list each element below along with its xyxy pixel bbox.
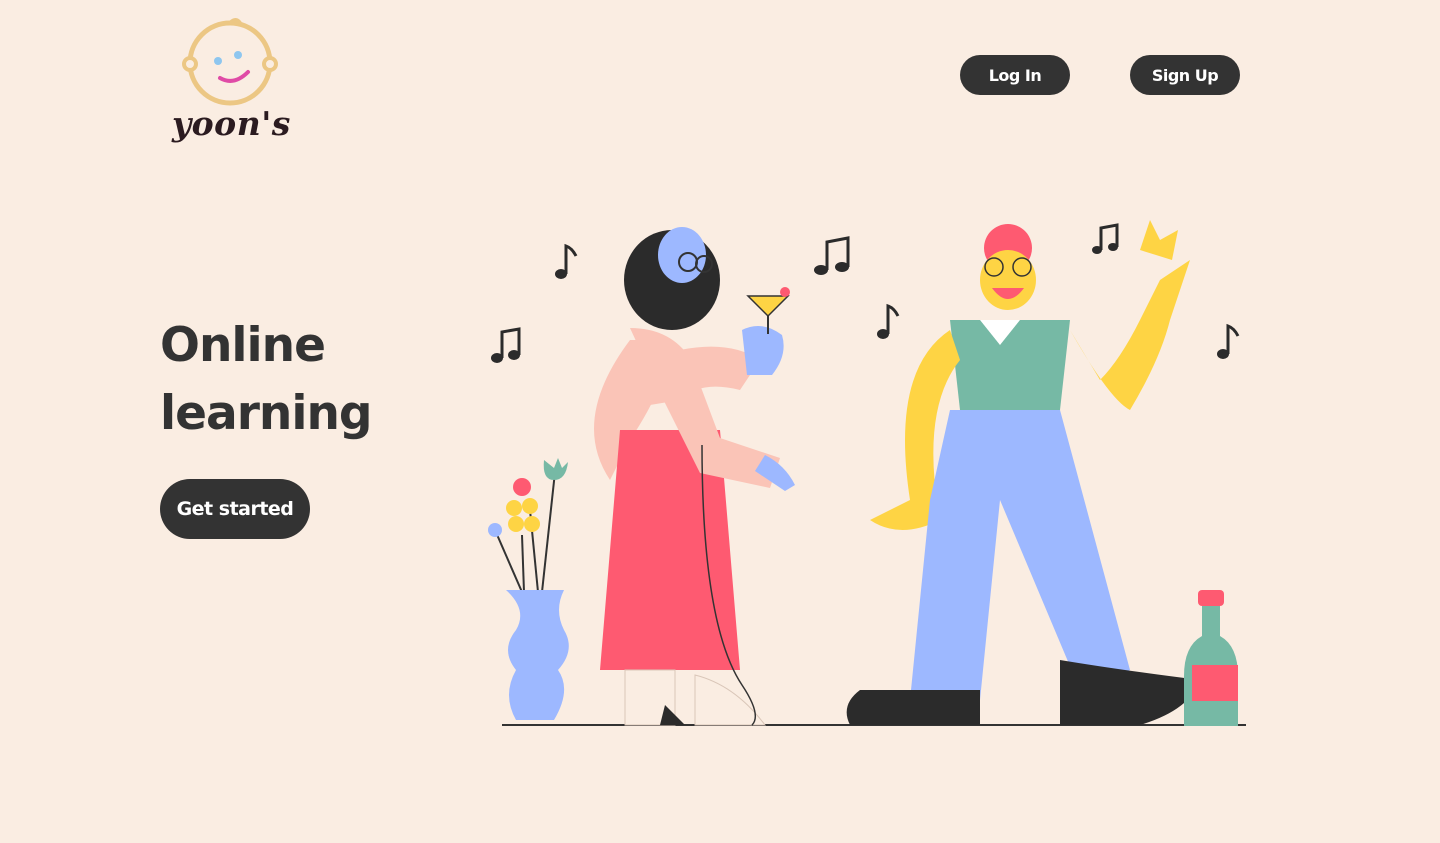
man-figure xyxy=(846,220,1200,725)
login-button[interactable]: Log In xyxy=(960,55,1070,95)
woman-figure xyxy=(594,227,795,726)
wine-bottle xyxy=(1184,590,1238,726)
brand-name: yoon's xyxy=(172,104,291,143)
get-started-button[interactable]: Get started xyxy=(160,479,310,539)
signup-button[interactable]: Sign Up xyxy=(1130,55,1240,95)
music-notes-icon xyxy=(491,223,1240,363)
hero-headline: Online learning xyxy=(160,312,373,448)
flower-vase xyxy=(488,458,569,720)
hero-headline-line-2: learning xyxy=(160,386,373,441)
hero-headline-line-1: Online xyxy=(160,318,326,373)
dancing-couple-illustration xyxy=(488,220,1246,726)
